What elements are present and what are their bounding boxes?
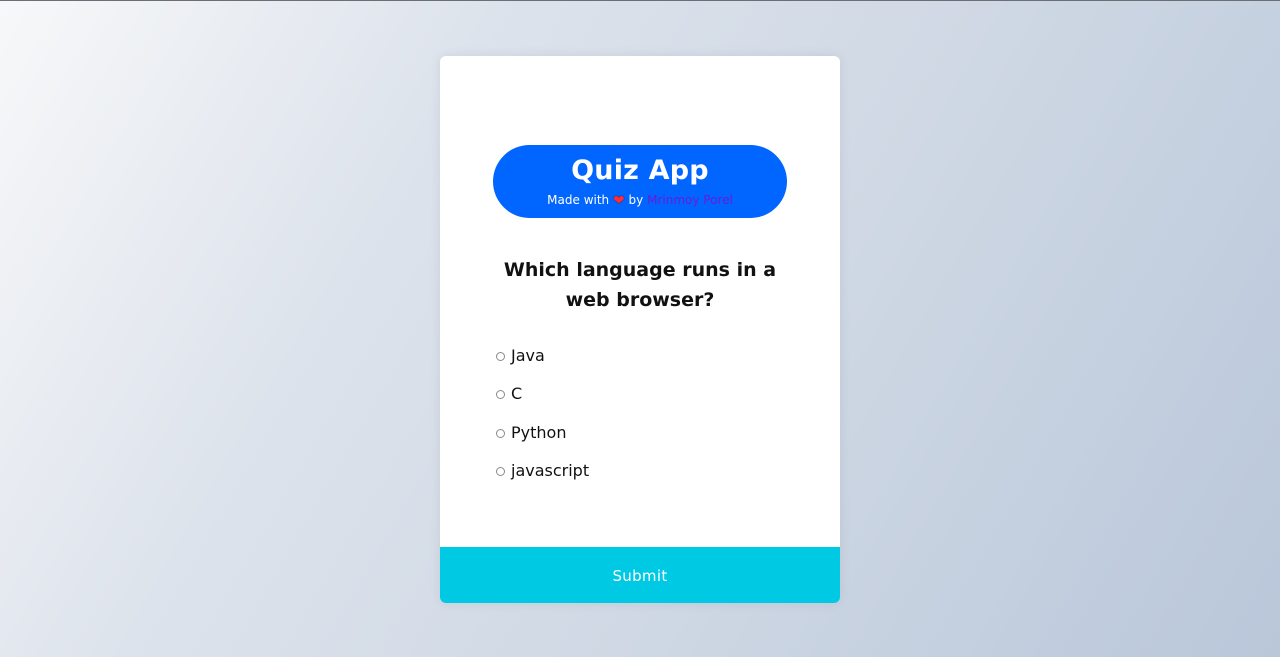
credit-by: by bbox=[628, 193, 644, 207]
radio-button[interactable] bbox=[496, 351, 505, 361]
submit-button[interactable]: Submit bbox=[440, 547, 840, 603]
author-link[interactable]: Mrinmoy Porel bbox=[647, 193, 733, 207]
option-label: Python bbox=[511, 422, 567, 442]
option-label: javascript bbox=[511, 461, 590, 480]
answer-options: Java C Python javascript bbox=[496, 343, 796, 497]
radio-button[interactable] bbox=[496, 467, 505, 476]
option-label: Java bbox=[511, 345, 545, 365]
credit-line: Made with ❤ by Mrinmoy Porel bbox=[493, 192, 787, 208]
option-java[interactable]: Java bbox=[496, 343, 796, 367]
radio-button[interactable] bbox=[496, 428, 505, 438]
option-python[interactable]: Python bbox=[496, 420, 796, 444]
option-javascript[interactable]: javascript bbox=[496, 459, 796, 483]
quiz-card: Quiz App Made with ❤ by Mrinmoy Porel Wh… bbox=[440, 56, 840, 603]
radio-button[interactable] bbox=[496, 390, 505, 399]
credit-prefix: Made with bbox=[547, 193, 610, 207]
option-c[interactable]: C bbox=[496, 382, 796, 406]
heart-icon: ❤ bbox=[612, 193, 625, 209]
app-title: Quiz App bbox=[571, 155, 709, 186]
option-label: C bbox=[511, 384, 523, 403]
question-text: Which language runs in a web browser? bbox=[503, 259, 777, 311]
quiz-header: Quiz App Made with ❤ by Mrinmoy Porel bbox=[493, 145, 787, 218]
